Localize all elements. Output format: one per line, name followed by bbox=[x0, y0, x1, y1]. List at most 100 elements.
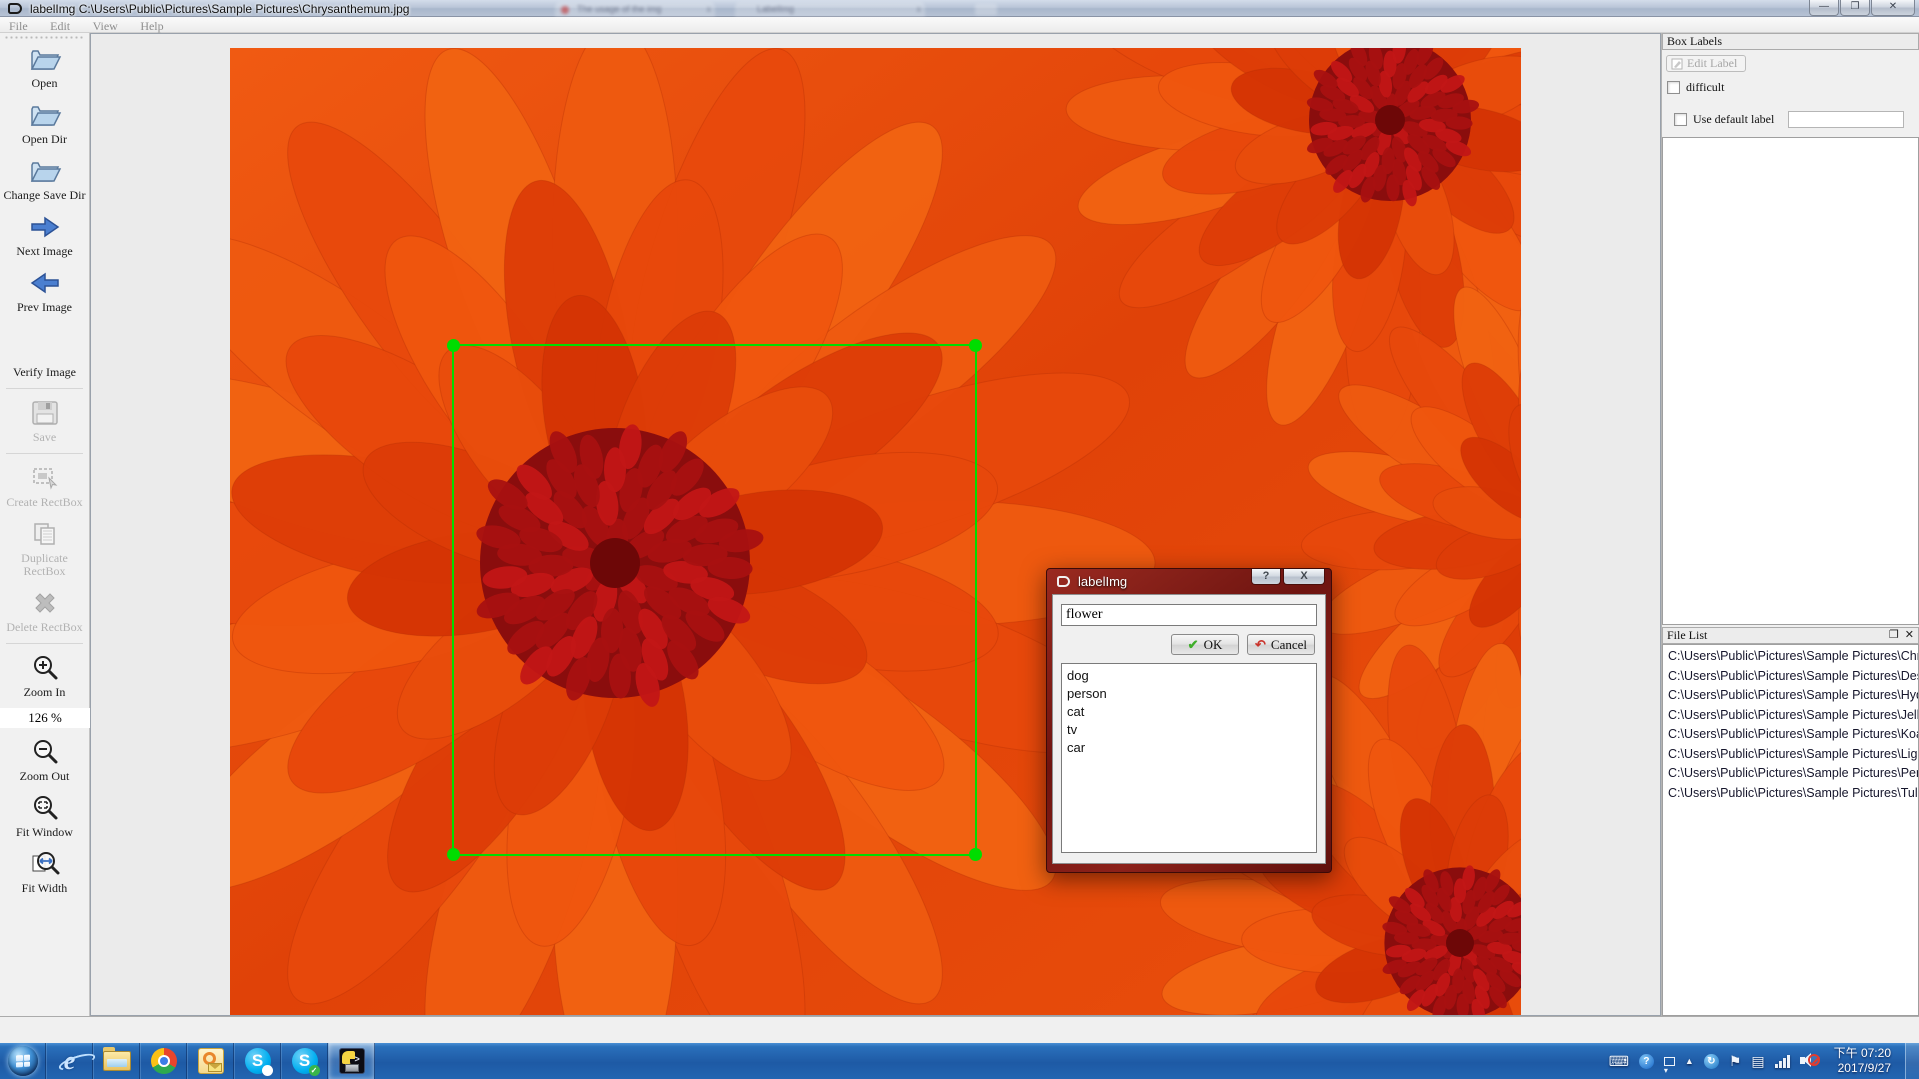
left-toolbar: Open Open Dir Change Save Dir Next Image bbox=[0, 33, 90, 1016]
file-list-item[interactable]: C:\Users\Public\Pictures\Sample Pictures… bbox=[1663, 725, 1918, 745]
zoom-in-button[interactable]: Zoom In bbox=[0, 652, 89, 699]
image-canvas[interactable] bbox=[90, 33, 1661, 1016]
toolbar-drag-handle[interactable] bbox=[4, 36, 85, 39]
delete-rectbox-button[interactable]: Delete RectBox bbox=[0, 587, 89, 634]
change-save-dir-button[interactable]: Change Save Dir bbox=[0, 155, 89, 202]
open-folder-icon bbox=[28, 43, 62, 75]
taskbar-internet-explorer[interactable]: e bbox=[46, 1043, 93, 1079]
prev-image-button[interactable]: Prev Image bbox=[0, 267, 89, 314]
bbox-handle-top-right[interactable] bbox=[969, 339, 982, 352]
verify-image-button[interactable]: Verify Image bbox=[0, 332, 89, 379]
taskbar-skype[interactable]: S bbox=[234, 1043, 281, 1079]
help-icon[interactable]: ? bbox=[1639, 1054, 1654, 1069]
power-plug-icon[interactable]: ▤ bbox=[1751, 1053, 1764, 1070]
label-dialog: labelImg ? X ✔ OK ↶ Cancel dogpersoncatt… bbox=[1046, 568, 1332, 873]
internet-explorer-icon: e bbox=[64, 1046, 76, 1076]
label-history-item[interactable]: cat bbox=[1067, 703, 1316, 721]
minimize-button[interactable]: — bbox=[1809, 0, 1839, 16]
open-dir-button[interactable]: Open Dir bbox=[0, 99, 89, 146]
label-history-item[interactable]: person bbox=[1067, 685, 1316, 703]
fit-width-button[interactable]: Fit Width bbox=[0, 848, 89, 895]
next-image-button[interactable]: Next Image bbox=[0, 211, 89, 258]
dialog-close-button[interactable]: X bbox=[1283, 569, 1325, 585]
label-input[interactable] bbox=[1061, 604, 1317, 626]
bbox-handle-bottom-right[interactable] bbox=[969, 848, 982, 861]
file-list-item[interactable]: C:\Users\Public\Pictures\Sample Pictures… bbox=[1663, 745, 1918, 765]
menu-view[interactable]: View bbox=[84, 18, 127, 34]
zoom-out-button[interactable]: Zoom Out bbox=[0, 736, 89, 783]
duplicate-rectbox-button[interactable]: Duplicate RectBox bbox=[0, 518, 89, 578]
system-tray: ⌨ ? ▲ ↻ ⚑ ▤ 下午 07:20 2017/9/27 bbox=[1609, 1043, 1905, 1079]
change-save-dir-folder-icon bbox=[28, 155, 62, 187]
edit-label-button[interactable]: Edit Label bbox=[1666, 55, 1746, 72]
fit-window-button[interactable]: Fit Window bbox=[0, 792, 89, 839]
keyboard-icon[interactable]: ⌨ bbox=[1609, 1053, 1629, 1070]
skype-icon: S✓ bbox=[292, 1048, 318, 1074]
create-rectbox-icon bbox=[31, 462, 59, 494]
label-history-item[interactable]: tv bbox=[1067, 721, 1316, 739]
taskbar-windows-explorer[interactable] bbox=[93, 1043, 140, 1079]
restore-button[interactable]: ❐ bbox=[1840, 0, 1870, 16]
dialog-title: labelImg bbox=[1078, 574, 1127, 589]
ghost-tab-1: The usage of the img x bbox=[555, 2, 715, 17]
file-list-item[interactable]: C:\Users\Public\Pictures\Sample Pictures… bbox=[1663, 706, 1918, 726]
start-button[interactable] bbox=[0, 1043, 46, 1079]
open-dir-folder-icon bbox=[28, 99, 62, 131]
volume-muted-icon[interactable] bbox=[1800, 1053, 1818, 1069]
desktop: labelImg C:\Users\Public\Pictures\Sample… bbox=[0, 0, 1919, 1079]
title-bar: labelImg C:\Users\Public\Pictures\Sample… bbox=[0, 0, 1919, 17]
favicon bbox=[561, 6, 569, 14]
network-signal-icon[interactable] bbox=[1775, 1054, 1790, 1068]
zoom-value-field[interactable]: 126 % bbox=[0, 708, 90, 728]
difficult-checkbox[interactable] bbox=[1667, 81, 1680, 94]
default-label-input[interactable] bbox=[1788, 111, 1904, 128]
file-list-item[interactable]: C:\Users\Public\Pictures\Sample Pictures… bbox=[1663, 686, 1918, 706]
file-list-item[interactable]: C:\Users\Public\Pictures\Sample Pictures… bbox=[1663, 784, 1918, 804]
bounding-box[interactable] bbox=[452, 344, 977, 856]
create-rectbox-button[interactable]: Create RectBox bbox=[0, 462, 89, 509]
cancel-button[interactable]: ↶ Cancel bbox=[1247, 634, 1315, 655]
taskbar-chrome[interactable] bbox=[140, 1043, 187, 1079]
menu-help[interactable]: Help bbox=[131, 18, 172, 34]
bbox-handle-top-left[interactable] bbox=[447, 339, 460, 352]
right-dock: Box Labels Edit Label difficult Use defa… bbox=[1661, 33, 1919, 1016]
close-icon: x bbox=[917, 2, 922, 17]
show-desktop-button[interactable] bbox=[1905, 1043, 1919, 1079]
taskbar-skype-secondary[interactable]: S✓ bbox=[281, 1043, 328, 1079]
label-history-item[interactable]: car bbox=[1067, 739, 1316, 757]
ghost-tab-2: LabelImg x bbox=[735, 2, 925, 17]
file-list-item[interactable]: C:\Users\Public\Pictures\Sample Pictures… bbox=[1663, 764, 1918, 784]
label-history-list[interactable]: dogpersoncattvcar bbox=[1061, 663, 1317, 853]
toolbar-separator bbox=[6, 453, 83, 454]
use-default-label-checkbox[interactable] bbox=[1674, 113, 1687, 126]
taskbar-outlook[interactable] bbox=[187, 1043, 234, 1079]
float-panel-icon[interactable]: ❐ bbox=[1889, 628, 1899, 643]
open-button[interactable]: Open bbox=[0, 43, 89, 90]
taskbar: e S S✓ > ⌨ ? ▲ ↻ ⚑ ▤ bbox=[0, 1043, 1919, 1079]
dialog-help-button[interactable]: ? bbox=[1251, 569, 1281, 585]
show-hidden-icons-arrow[interactable]: ▲ bbox=[1685, 1056, 1694, 1066]
menu-file[interactable]: File bbox=[0, 18, 37, 34]
file-list[interactable]: C:\Users\Public\Pictures\Sample Pictures… bbox=[1662, 644, 1919, 1016]
ok-button[interactable]: ✔ OK bbox=[1171, 634, 1239, 655]
close-panel-icon[interactable]: ✕ bbox=[1905, 628, 1914, 643]
box-labels-list[interactable] bbox=[1662, 137, 1919, 625]
dialog-title-bar[interactable]: labelImg ? X bbox=[1052, 569, 1326, 594]
label-history-item[interactable]: dog bbox=[1067, 667, 1316, 685]
file-list-item[interactable]: C:\Users\Public\Pictures\Sample Pictures… bbox=[1663, 647, 1918, 667]
window-popup-icon[interactable] bbox=[1664, 1057, 1675, 1066]
close-button[interactable]: ✕ bbox=[1871, 0, 1915, 16]
bbox-handle-bottom-left[interactable] bbox=[447, 848, 460, 861]
skype-icon: S bbox=[245, 1048, 271, 1074]
difficult-row: difficult bbox=[1667, 80, 1919, 95]
python-labelimg-icon: > bbox=[339, 1048, 365, 1074]
file-list-item[interactable]: C:\Users\Public\Pictures\Sample Pictures… bbox=[1663, 667, 1918, 687]
sync-icon[interactable]: ↻ bbox=[1704, 1054, 1719, 1069]
arrow-right-icon bbox=[29, 211, 61, 243]
save-button[interactable]: Save bbox=[0, 397, 89, 444]
magnifier-minus-icon bbox=[31, 736, 59, 768]
taskbar-labelimg-active[interactable]: > bbox=[328, 1043, 375, 1079]
action-center-flag-icon[interactable]: ⚑ bbox=[1729, 1053, 1742, 1070]
taskbar-clock[interactable]: 下午 07:20 2017/9/27 bbox=[1828, 1046, 1897, 1076]
menu-edit[interactable]: Edit bbox=[41, 18, 79, 34]
